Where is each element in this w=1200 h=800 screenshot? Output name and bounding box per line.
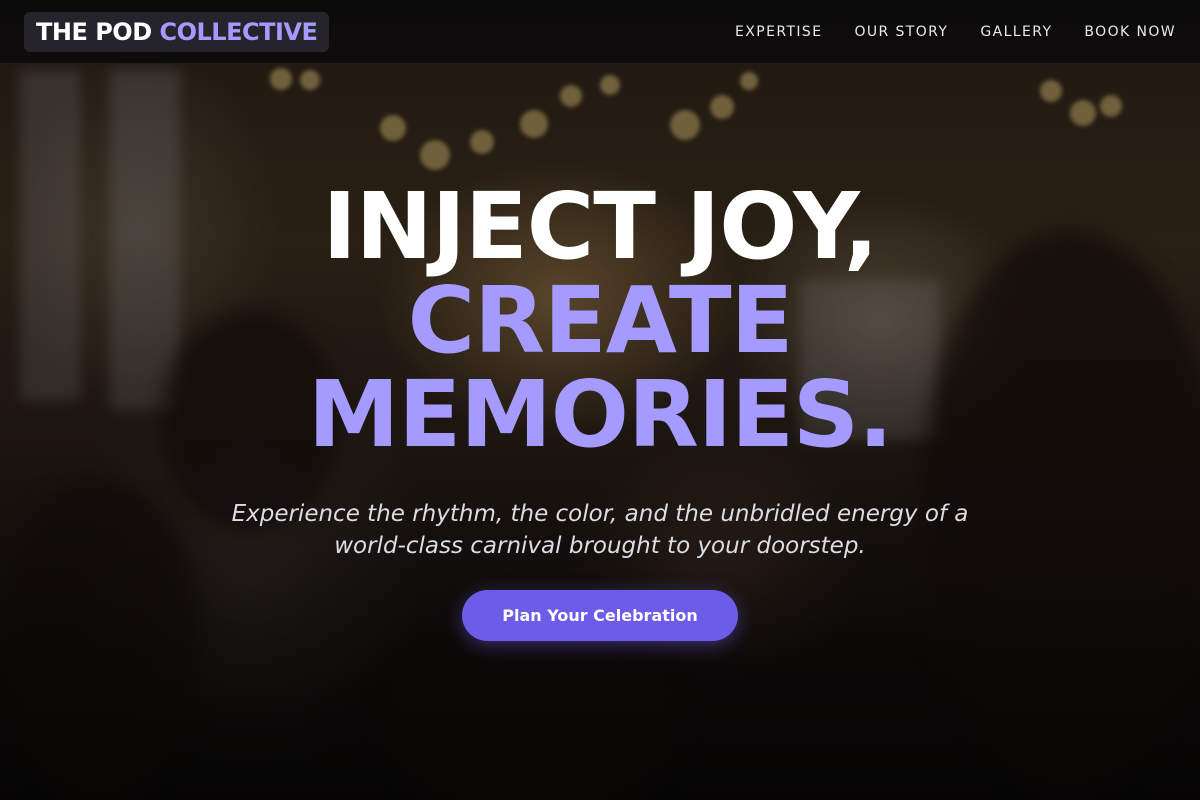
subtitle-line-1: Experience the rhythm, the color, and th… (231, 501, 969, 527)
nav-link-book-now[interactable]: BOOK NOW (1084, 24, 1176, 40)
hero-subtitle: Experience the rhythm, the color, and th… (200, 498, 1000, 562)
hero-headline: INJECT JOY, CREATE MEMORIES. (0, 180, 1200, 462)
headline-line-3: MEMORIES. (307, 361, 893, 468)
nav-link-expertise[interactable]: EXPERTISE (735, 24, 822, 40)
logo-text-accent: COLLECTIVE (159, 17, 318, 46)
nav-link-gallery[interactable]: GALLERY (980, 24, 1052, 40)
plan-celebration-button[interactable]: Plan Your Celebration (462, 590, 738, 641)
nav-links: EXPERTISE OUR STORY GALLERY BOOK NOW (735, 24, 1176, 40)
site-logo[interactable]: THE POD COLLECTIVE (24, 11, 330, 52)
subtitle-line-2: world-class carnival brought to your doo… (334, 533, 866, 559)
nav-link-our-story[interactable]: OUR STORY (854, 24, 948, 40)
hero-section: INJECT JOY, CREATE MEMORIES. Experience … (0, 180, 1200, 641)
logo-text-primary: THE POD (36, 17, 152, 46)
top-navigation-bar: THE POD COLLECTIVE EXPERTISE OUR STORY G… (0, 0, 1200, 64)
headline-line-2: CREATE (407, 267, 794, 374)
headline-line-1: INJECT JOY, (322, 173, 878, 280)
